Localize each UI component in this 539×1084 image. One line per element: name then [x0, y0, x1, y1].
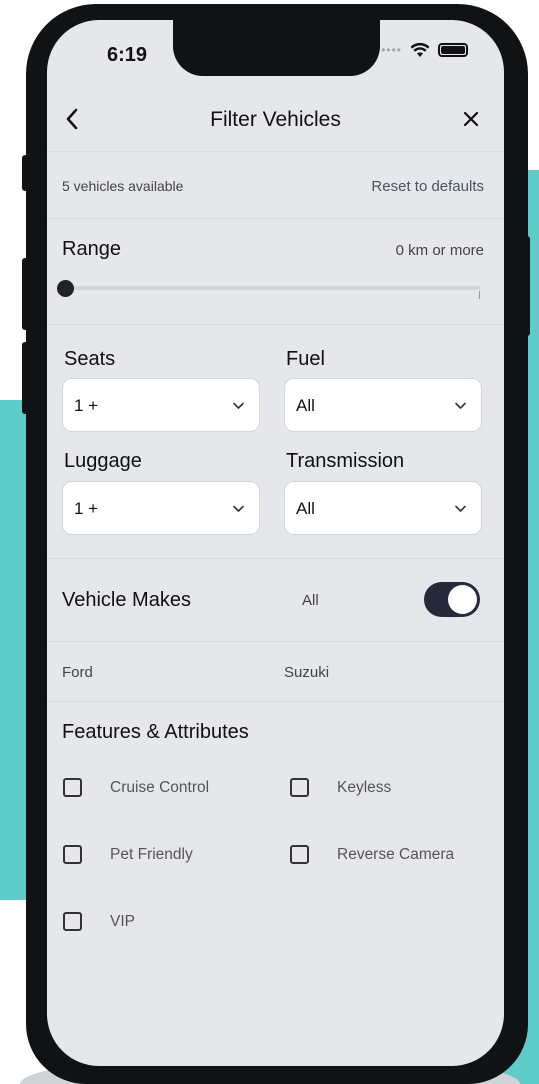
status-icons: •••• [381, 42, 468, 58]
battery-icon [438, 43, 468, 57]
phone-volume-up [22, 258, 28, 330]
vehicle-makes-label: Vehicle Makes [62, 589, 191, 611]
range-label: Range [62, 238, 121, 260]
feature-label: Reverse Camera [337, 845, 455, 863]
status-time: 6:19 [107, 44, 148, 66]
divider [47, 558, 504, 559]
feature-label: Cruise Control [110, 778, 210, 796]
transmission-select-value: All [296, 499, 315, 518]
vehicles-available-count: 5 vehicles available [62, 178, 184, 194]
divider [47, 324, 504, 325]
feature-vip[interactable]: VIP [63, 912, 135, 931]
range-slider-thumb[interactable] [57, 280, 74, 297]
feature-reverse-camera[interactable]: Reverse Camera [290, 845, 454, 864]
fuel-select-value: All [296, 396, 315, 415]
phone-power-button [524, 236, 530, 336]
phone-volume-down [22, 342, 28, 414]
toggle-knob [448, 585, 477, 614]
transmission-select[interactable]: All [284, 481, 482, 535]
makes-all-toggle[interactable] [424, 582, 480, 617]
checkbox[interactable] [290, 845, 309, 864]
checkbox[interactable] [290, 778, 309, 797]
range-slider-track[interactable] [65, 286, 481, 290]
divider [47, 641, 504, 642]
app-screen: 6:19 •••• Filter Vehicles 5 vehicles ava… [47, 20, 504, 1066]
notch [173, 20, 380, 76]
feature-label: Pet Friendly [110, 845, 193, 863]
divider [47, 151, 504, 152]
seats-select[interactable]: 1 + [62, 378, 260, 432]
divider [47, 701, 504, 702]
feature-label: Keyless [337, 778, 392, 796]
luggage-select[interactable]: 1 + [62, 481, 260, 535]
checkbox[interactable] [63, 845, 82, 864]
chevron-down-icon [233, 402, 244, 409]
make-item-ford[interactable]: Ford [62, 664, 93, 681]
chevron-down-icon [233, 505, 244, 512]
range-value: 0 km or more [395, 242, 484, 259]
checkbox[interactable] [63, 912, 82, 931]
luggage-label: Luggage [64, 450, 142, 472]
makes-all-label: All [302, 592, 319, 609]
phone-side-button [22, 155, 28, 191]
fuel-select[interactable]: All [284, 378, 482, 432]
feature-keyless[interactable]: Keyless [290, 778, 391, 797]
seats-label: Seats [64, 348, 116, 370]
chevron-down-icon [455, 505, 466, 512]
checkbox[interactable] [63, 778, 82, 797]
reset-defaults-link[interactable]: Reset to defaults [371, 178, 484, 195]
page-title: Filter Vehicles [210, 108, 341, 131]
luggage-select-value: 1 + [74, 499, 99, 518]
fuel-label: Fuel [286, 348, 325, 370]
range-slider-end-tick [479, 291, 480, 299]
feature-cruise-control[interactable]: Cruise Control [63, 778, 209, 797]
make-item-suzuki[interactable]: Suzuki [284, 664, 329, 681]
feature-label: VIP [110, 912, 135, 930]
transmission-label: Transmission [286, 450, 405, 472]
close-button[interactable] [456, 104, 486, 134]
nav-bar: Filter Vehicles [47, 100, 504, 150]
seats-select-value: 1 + [74, 396, 99, 415]
feature-pet-friendly[interactable]: Pet Friendly [63, 845, 193, 864]
signal-icon: •••• [381, 43, 402, 57]
features-label: Features & Attributes [62, 721, 249, 743]
chevron-down-icon [455, 402, 466, 409]
divider [47, 218, 504, 219]
close-icon [463, 111, 479, 127]
wifi-icon [410, 42, 430, 57]
